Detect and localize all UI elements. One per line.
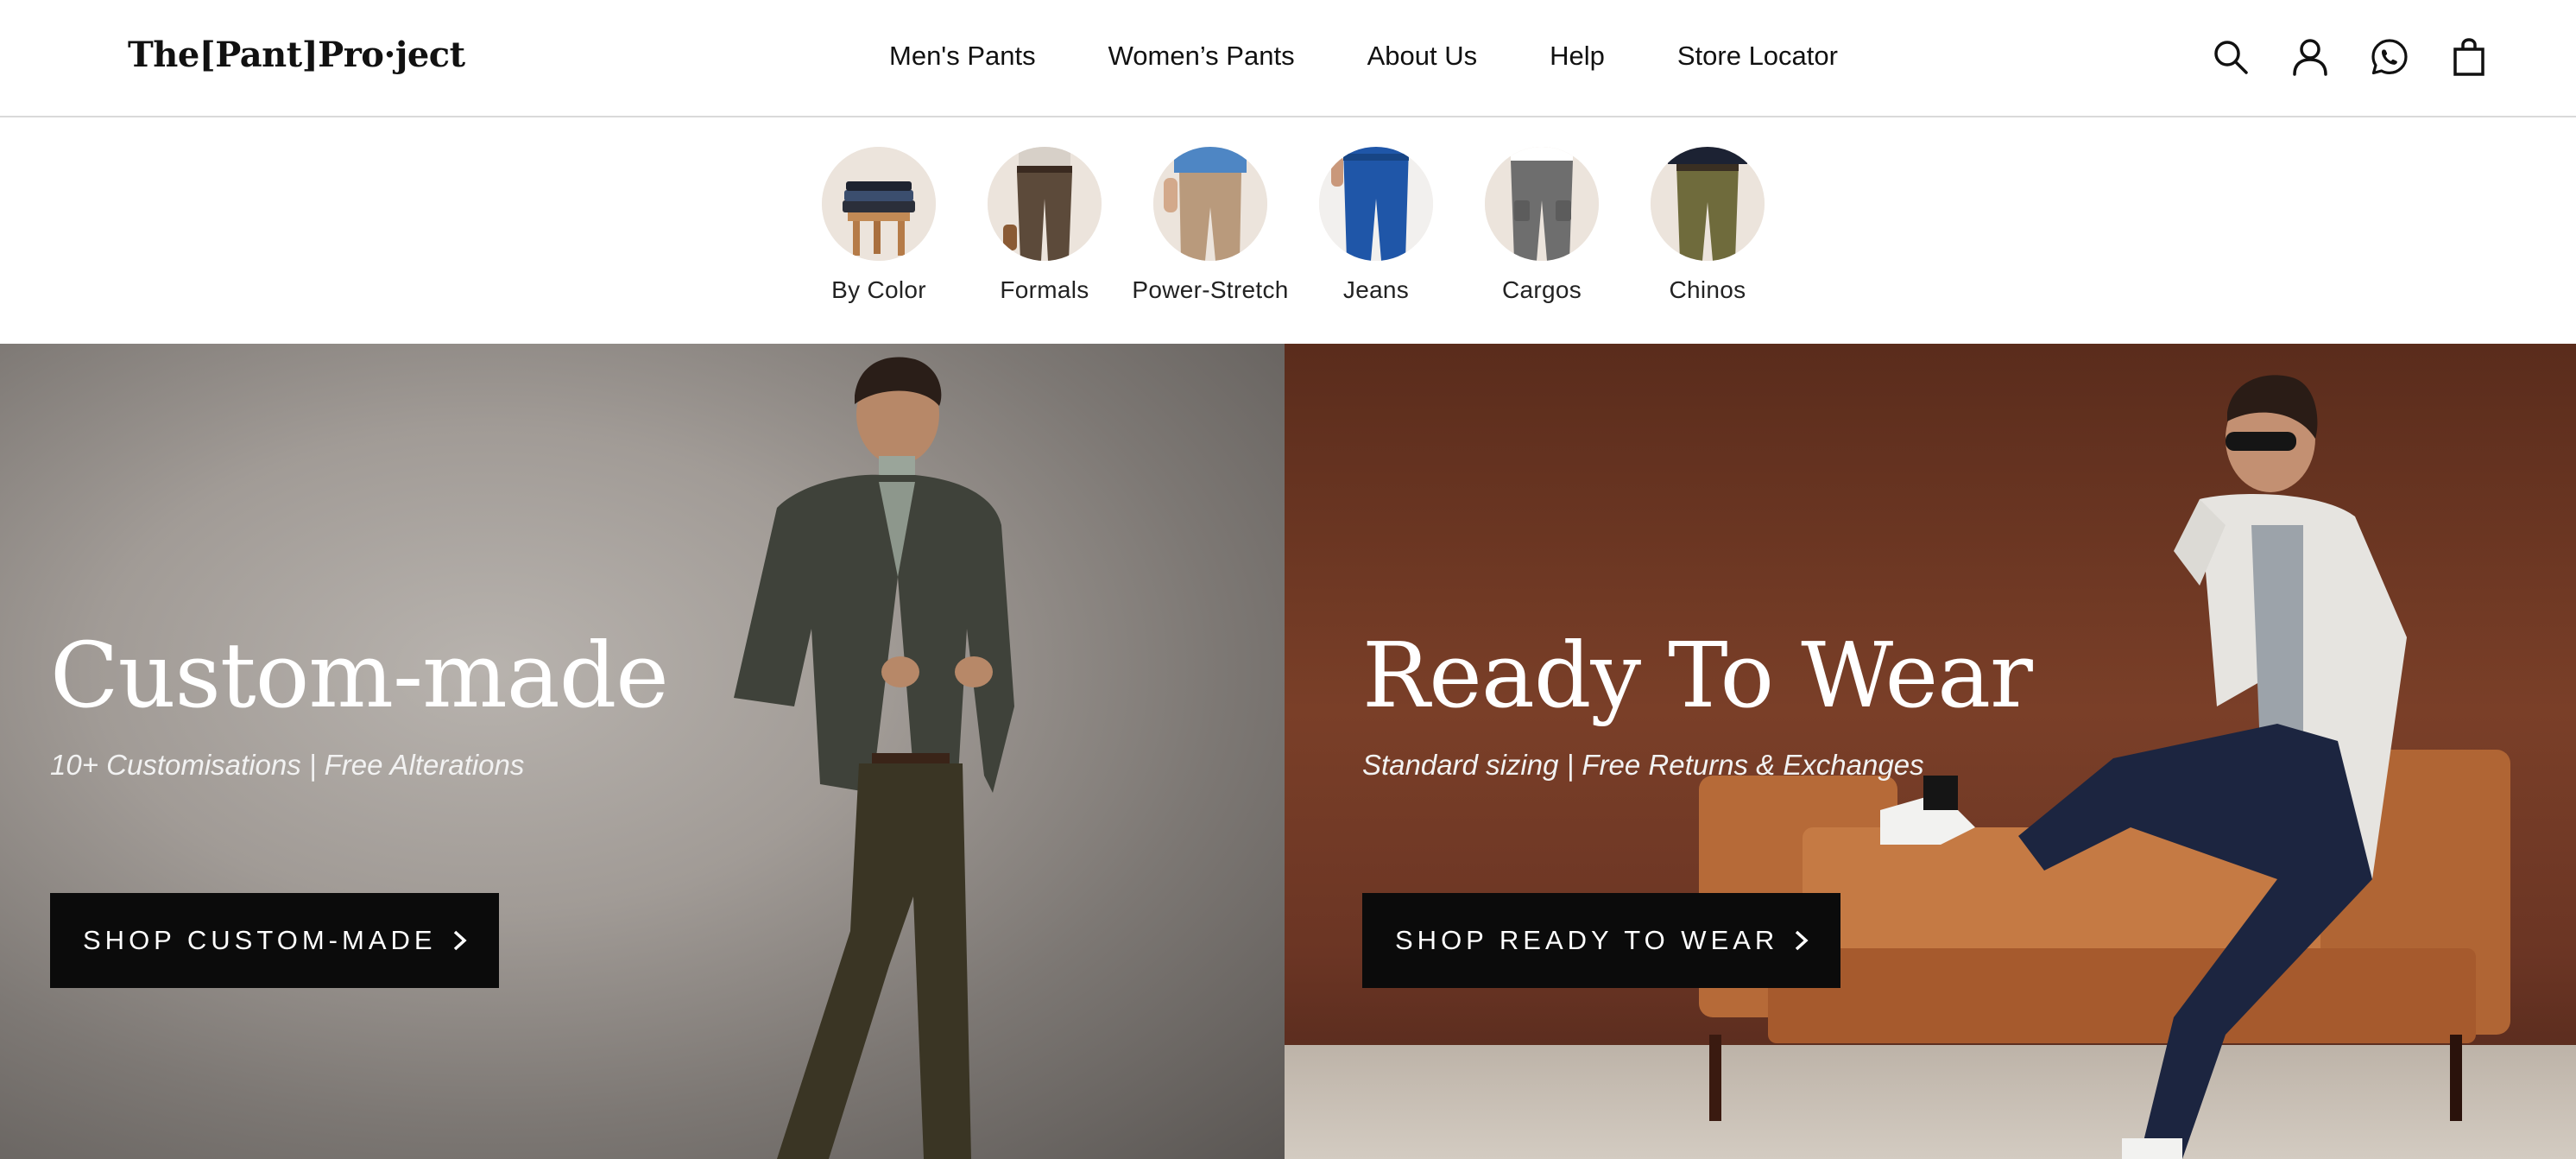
folded-pants-stack-image <box>822 147 936 261</box>
category-by-color[interactable]: By Color <box>796 147 962 304</box>
hero-title: Custom-made <box>50 623 669 728</box>
chevron-right-icon <box>1794 928 1809 953</box>
category-strip: By Color Formals Power-Stretch Jeans Car… <box>0 119 2576 344</box>
search-icon[interactable] <box>2210 36 2251 78</box>
jeans-image <box>1319 147 1433 261</box>
category-label: Formals <box>1000 276 1089 303</box>
brand-logo[interactable]: The[Pant]Pro·ject <box>128 29 465 81</box>
category-label: Power-Stretch <box>1132 276 1289 303</box>
whatsapp-icon[interactable] <box>2369 36 2410 78</box>
hero-custom-made[interactable]: Custom-made 10+ Customisations | Free Al… <box>0 344 1285 1159</box>
chino-pants-image <box>1651 147 1765 261</box>
shopping-bag-icon[interactable] <box>2448 36 2490 78</box>
nav-help[interactable]: Help <box>1550 41 1605 72</box>
category-list: By Color Formals Power-Stretch Jeans Car… <box>796 147 1790 304</box>
hero-ready-to-wear[interactable]: Ready To Wear Standard sizing | Free Ret… <box>1285 344 2576 1159</box>
category-chinos[interactable]: Chinos <box>1625 147 1790 304</box>
button-label: SHOP CUSTOM-MADE <box>83 925 437 955</box>
button-label: SHOP READY TO WEAR <box>1395 925 1779 955</box>
nav-mens-pants[interactable]: Men's Pants <box>889 41 1036 72</box>
account-icon[interactable] <box>2289 36 2331 78</box>
category-label: By Color <box>831 276 926 303</box>
category-power-stretch[interactable]: Power-Stretch <box>1127 147 1293 304</box>
hero-title: Ready To Wear <box>1362 623 2033 728</box>
chevron-right-icon <box>452 928 468 953</box>
header-actions <box>2210 31 2490 83</box>
category-label: Jeans <box>1342 276 1410 303</box>
nav-about-us[interactable]: About Us <box>1367 41 1478 72</box>
site-header: The[Pant]Pro·ject Men's Pants Women’s Pa… <box>0 0 2576 117</box>
category-cargos[interactable]: Cargos <box>1459 147 1625 304</box>
cargo-pants-image <box>1485 147 1599 261</box>
category-jeans[interactable]: Jeans <box>1293 147 1459 304</box>
formal-pants-image <box>988 147 1102 261</box>
nav-womens-pants[interactable]: Women’s Pants <box>1108 41 1295 72</box>
category-label: Cargos <box>1501 276 1582 303</box>
shop-custom-made-button[interactable]: SHOP CUSTOM-MADE <box>50 893 499 988</box>
hero-subtitle: Standard sizing | Free Returns & Exchang… <box>1362 749 1924 781</box>
nav-store-locator[interactable]: Store Locator <box>1677 41 1838 72</box>
shop-ready-to-wear-button[interactable]: SHOP READY TO WEAR <box>1362 893 1841 988</box>
hero-subtitle: 10+ Customisations | Free Alterations <box>50 749 525 781</box>
stretch-pants-image <box>1153 147 1267 261</box>
category-formals[interactable]: Formals <box>962 147 1127 304</box>
main-nav: Men's Pants Women’s Pants About Us Help … <box>889 33 1838 79</box>
category-label: Chinos <box>1669 276 1746 303</box>
